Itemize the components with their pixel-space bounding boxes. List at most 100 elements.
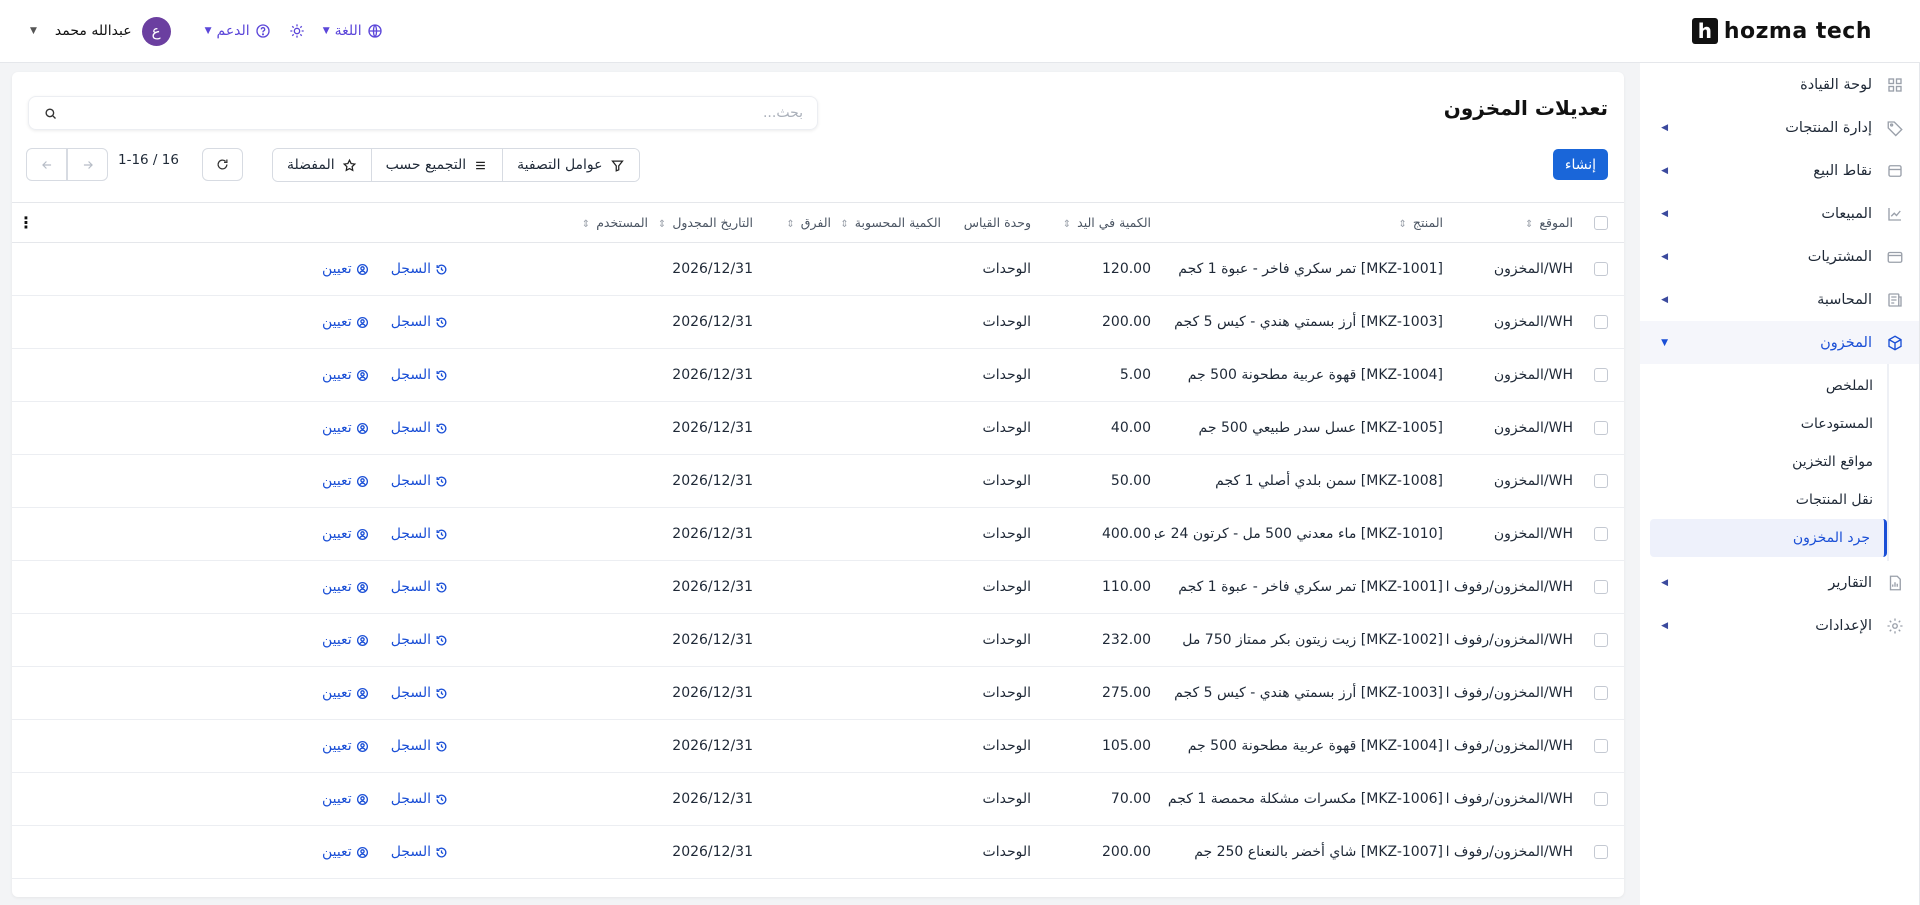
table-row[interactable]: WH/المخزون/رفوف المواد الجافة[MKZ-1006] … bbox=[12, 772, 1624, 826]
column-header-computed-qty[interactable]: الكمية المحسوبة⇕ bbox=[835, 202, 945, 243]
create-button[interactable]: إنشاء bbox=[1552, 149, 1608, 180]
table-row[interactable]: WH/المخزون/رفوف المواد الجافة[MKZ-1002] … bbox=[12, 613, 1624, 667]
support-menu[interactable]: الدعم ▼ bbox=[205, 23, 271, 39]
history-button[interactable]: السجل bbox=[391, 473, 448, 489]
cell-scheduled-date[interactable]: 2026/12/31 bbox=[652, 878, 757, 897]
table-row[interactable]: WH/المخزون [MKZ-1010] ماء معدني 500 مل - … bbox=[12, 507, 1624, 561]
user-menu[interactable]: ع عبدالله محمد ▼ bbox=[30, 16, 171, 46]
column-header-scheduled-date[interactable]: التاريخ المجدول⇕ bbox=[652, 202, 757, 243]
row-checkbox[interactable] bbox=[1593, 368, 1608, 382]
filters-button[interactable]: عوامل التصفية bbox=[503, 149, 639, 181]
history-button[interactable]: السجل bbox=[391, 632, 448, 648]
history-button[interactable]: السجل bbox=[391, 791, 448, 807]
cell-qty-on-hand[interactable]: 40.00 bbox=[1035, 401, 1155, 455]
row-checkbox[interactable] bbox=[1593, 686, 1608, 700]
cell-scheduled-date[interactable]: 2026/12/31 bbox=[652, 613, 757, 667]
row-checkbox[interactable] bbox=[1593, 527, 1608, 541]
column-header-qty-on-hand[interactable]: الكمية في اليد⇕ bbox=[1035, 202, 1155, 243]
brand-logo[interactable]: h hozma tech bbox=[1691, 18, 1872, 44]
assign-button[interactable]: تعيين bbox=[322, 738, 369, 754]
history-button[interactable]: السجل bbox=[391, 579, 448, 595]
row-checkbox[interactable] bbox=[1593, 792, 1608, 806]
cell-qty-on-hand[interactable]: 275.00 bbox=[1035, 666, 1155, 720]
history-button[interactable]: السجل bbox=[391, 526, 448, 542]
submenu-item-stock-count[interactable]: جرد المخزون bbox=[1650, 519, 1887, 557]
column-header-difference[interactable]: الفرق⇕ bbox=[757, 202, 835, 243]
cell-qty-on-hand[interactable]: 5.00 bbox=[1035, 348, 1155, 402]
table-row[interactable]: WH/المخزون [MKZ-1003] أرز بسمتي هندي - كي… bbox=[12, 295, 1624, 349]
group-by-button[interactable]: التجميع حسب bbox=[371, 149, 504, 181]
row-checkbox[interactable] bbox=[1593, 739, 1608, 753]
cell-qty-on-hand[interactable]: 105.00 bbox=[1035, 719, 1155, 773]
assign-button[interactable]: تعيين bbox=[322, 579, 369, 595]
sidebar-item-purchases[interactable]: المشتريات ◀ bbox=[1640, 235, 1919, 278]
cell-scheduled-date[interactable]: 2026/12/31 bbox=[652, 772, 757, 826]
cell-scheduled-date[interactable]: 2026/12/31 bbox=[652, 719, 757, 773]
assign-button[interactable]: تعيين bbox=[322, 367, 369, 383]
assign-button[interactable]: تعيين bbox=[322, 685, 369, 701]
column-header-product[interactable]: المنتج⇕ bbox=[1155, 202, 1447, 243]
row-checkbox[interactable] bbox=[1593, 315, 1608, 329]
cell-scheduled-date[interactable]: 2026/12/31 bbox=[652, 295, 757, 349]
history-button[interactable]: السجل bbox=[391, 685, 448, 701]
cell-scheduled-date[interactable]: 2026/12/31 bbox=[652, 666, 757, 720]
pager-next-button[interactable] bbox=[67, 148, 108, 181]
cell-qty-on-hand[interactable]: 120.00 bbox=[1035, 242, 1155, 296]
column-options-icon[interactable]: ⋮ bbox=[18, 213, 34, 232]
table-row[interactable]: WH/المخزون [MKZ-1005] عسل سدر طبيعي 500 ج… bbox=[12, 401, 1624, 455]
assign-button[interactable]: تعيين bbox=[322, 526, 369, 542]
column-header-location[interactable]: الموقع⇕ bbox=[1447, 202, 1577, 243]
cell-scheduled-date[interactable]: 2026/12/31 bbox=[652, 507, 757, 561]
row-checkbox[interactable] bbox=[1593, 845, 1608, 859]
assign-button[interactable]: تعيين bbox=[322, 844, 369, 860]
submenu-item-summary[interactable]: الملخص bbox=[1640, 367, 1887, 405]
language-menu[interactable]: اللغة ▼ bbox=[323, 23, 383, 39]
pager-prev-button[interactable] bbox=[26, 148, 67, 181]
assign-button[interactable]: تعيين bbox=[322, 314, 369, 330]
column-header-uom[interactable]: وحدة القياس bbox=[945, 202, 1035, 243]
submenu-item-transfers[interactable]: نقل المنتجات bbox=[1640, 481, 1887, 519]
history-button[interactable]: السجل bbox=[391, 261, 448, 277]
refresh-button[interactable] bbox=[202, 148, 243, 181]
history-button[interactable]: السجل bbox=[391, 738, 448, 754]
table-row[interactable]: WH/المخزون/رفوف المواد الجافة[MKZ-1004] … bbox=[12, 719, 1624, 773]
row-checkbox[interactable] bbox=[1593, 421, 1608, 435]
history-button[interactable]: السجل bbox=[391, 844, 448, 860]
cell-scheduled-date[interactable]: 2026/12/31 bbox=[652, 242, 757, 296]
cell-scheduled-date[interactable]: 2026/12/31 bbox=[652, 348, 757, 402]
sidebar-item-sales[interactable]: المبيعات ◀ bbox=[1640, 192, 1919, 235]
row-checkbox[interactable] bbox=[1593, 633, 1608, 647]
assign-button[interactable]: تعيين bbox=[322, 473, 369, 489]
cell-qty-on-hand[interactable]: 110.00 bbox=[1035, 560, 1155, 614]
table-row[interactable]: WH/المخزون/رفوف المواد الجافة[MKZ-1009] … bbox=[12, 878, 1624, 897]
table-row[interactable]: WH/المخزون/رفوف المواد الجافة[MKZ-1003] … bbox=[12, 666, 1624, 720]
column-header-user[interactable]: المستخدم⇕ bbox=[452, 202, 652, 243]
cell-scheduled-date[interactable]: 2026/12/31 bbox=[652, 825, 757, 879]
sidebar-item-products[interactable]: إدارة المنتجات ◀ bbox=[1640, 106, 1919, 149]
table-row[interactable]: WH/المخزون [MKZ-1001] تمر سكري فاخر - عبو… bbox=[12, 242, 1624, 296]
assign-button[interactable]: تعيين bbox=[322, 420, 369, 436]
row-checkbox[interactable] bbox=[1593, 580, 1608, 594]
cell-scheduled-date[interactable]: 2026/12/31 bbox=[652, 454, 757, 508]
cell-qty-on-hand[interactable]: 232.00 bbox=[1035, 613, 1155, 667]
sidebar-item-pos[interactable]: نقاط البيع ◀ bbox=[1640, 149, 1919, 192]
cell-scheduled-date[interactable]: 2026/12/31 bbox=[652, 560, 757, 614]
search-icon[interactable] bbox=[43, 106, 58, 121]
submenu-item-storage-locations[interactable]: مواقع التخزين bbox=[1640, 443, 1887, 481]
table-row[interactable]: WH/المخزون [MKZ-1008] سمن بلدي أصلي 1 كجم… bbox=[12, 454, 1624, 508]
table-row[interactable]: WH/المخزون [MKZ-1004] قهوة عربية مطحونة 5… bbox=[12, 348, 1624, 402]
submenu-item-warehouses[interactable]: المستودعات bbox=[1640, 405, 1887, 443]
assign-button[interactable]: تعيين bbox=[322, 791, 369, 807]
row-checkbox[interactable] bbox=[1593, 474, 1608, 488]
cell-qty-on-hand[interactable]: 200.00 bbox=[1035, 825, 1155, 879]
sidebar-item-inventory[interactable]: المخزون ▼ bbox=[1640, 321, 1919, 364]
cell-qty-on-hand[interactable]: 200.00 bbox=[1035, 295, 1155, 349]
assign-button[interactable]: تعيين bbox=[322, 261, 369, 277]
assign-button[interactable]: تعيين bbox=[322, 632, 369, 648]
sidebar-item-reports[interactable]: التقارير ◀ bbox=[1640, 561, 1919, 604]
history-button[interactable]: السجل bbox=[391, 420, 448, 436]
sidebar-item-accounting[interactable]: المحاسبة ◀ bbox=[1640, 278, 1919, 321]
cell-qty-on-hand[interactable]: 50.00 bbox=[1035, 454, 1155, 508]
sidebar-item-settings[interactable]: الإعدادات ◀ bbox=[1640, 604, 1919, 647]
table-row[interactable]: WH/المخزون/رفوف المواد الجافة[MKZ-1007] … bbox=[12, 825, 1624, 879]
